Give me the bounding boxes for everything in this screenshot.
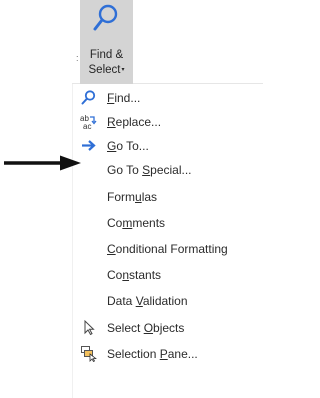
selection-pane-icon [81,346,97,362]
svg-text:ac: ac [83,122,91,130]
replace-icon: ab ac [80,114,97,130]
arrow-right-icon [82,140,96,151]
ribbon-group-edge: : [76,53,79,63]
menu-item-go-to-special[interactable]: Go To Special... [73,158,264,182]
search-icon [81,90,96,105]
menu-item-constants[interactable]: Constants [73,263,264,287]
menu-item-comments[interactable]: Comments [73,211,264,235]
find-select-dropdown-menu: Find... ab ac Replace... Go To... Go To … [72,84,263,398]
find-select-button[interactable]: Find & Select▾ [80,0,133,84]
menu-item-label: Find... [107,91,141,105]
menu-item-label: Data Validation [107,294,188,308]
menu-item-go-to[interactable]: Go To... [73,134,264,158]
menu-item-label: Comments [107,216,166,230]
find-select-label-line2: Select▾ [88,64,125,76]
cursor-arrow-icon [84,319,95,336]
menu-item-find[interactable]: Find... [73,86,264,110]
menu-item-label: Go To Special... [107,163,192,177]
menu-item-label: Select Objects [107,321,185,335]
menu-item-data-validation[interactable]: Data Validation [73,289,264,313]
menu-item-selection-pane[interactable]: Selection Pane... [73,342,264,366]
callout-arrow-icon [4,155,81,171]
menu-item-label: Constants [107,268,162,282]
menu-item-select-objects[interactable]: Select Objects [73,316,264,340]
menu-item-label: Selection Pane... [107,347,198,361]
menu-item-formulas[interactable]: Formulas [73,185,264,209]
find-select-label-line1: Find & [89,49,124,61]
screenshot-stage: : Find & Select▾ Find... ab ac Replace..… [0,0,263,398]
menu-item-conditional-formatting[interactable]: Conditional Formatting [73,237,264,261]
magnifier-icon [93,4,118,31]
chevron-down-icon: ▾ [121,67,125,73]
menu-item-label: Replace... [107,115,162,129]
menu-item-label: Go To... [107,139,149,153]
menu-item-label: Formulas [107,190,158,204]
menu-item-label: Conditional Formatting [107,242,228,256]
menu-item-replace[interactable]: ab ac Replace... [73,110,264,134]
